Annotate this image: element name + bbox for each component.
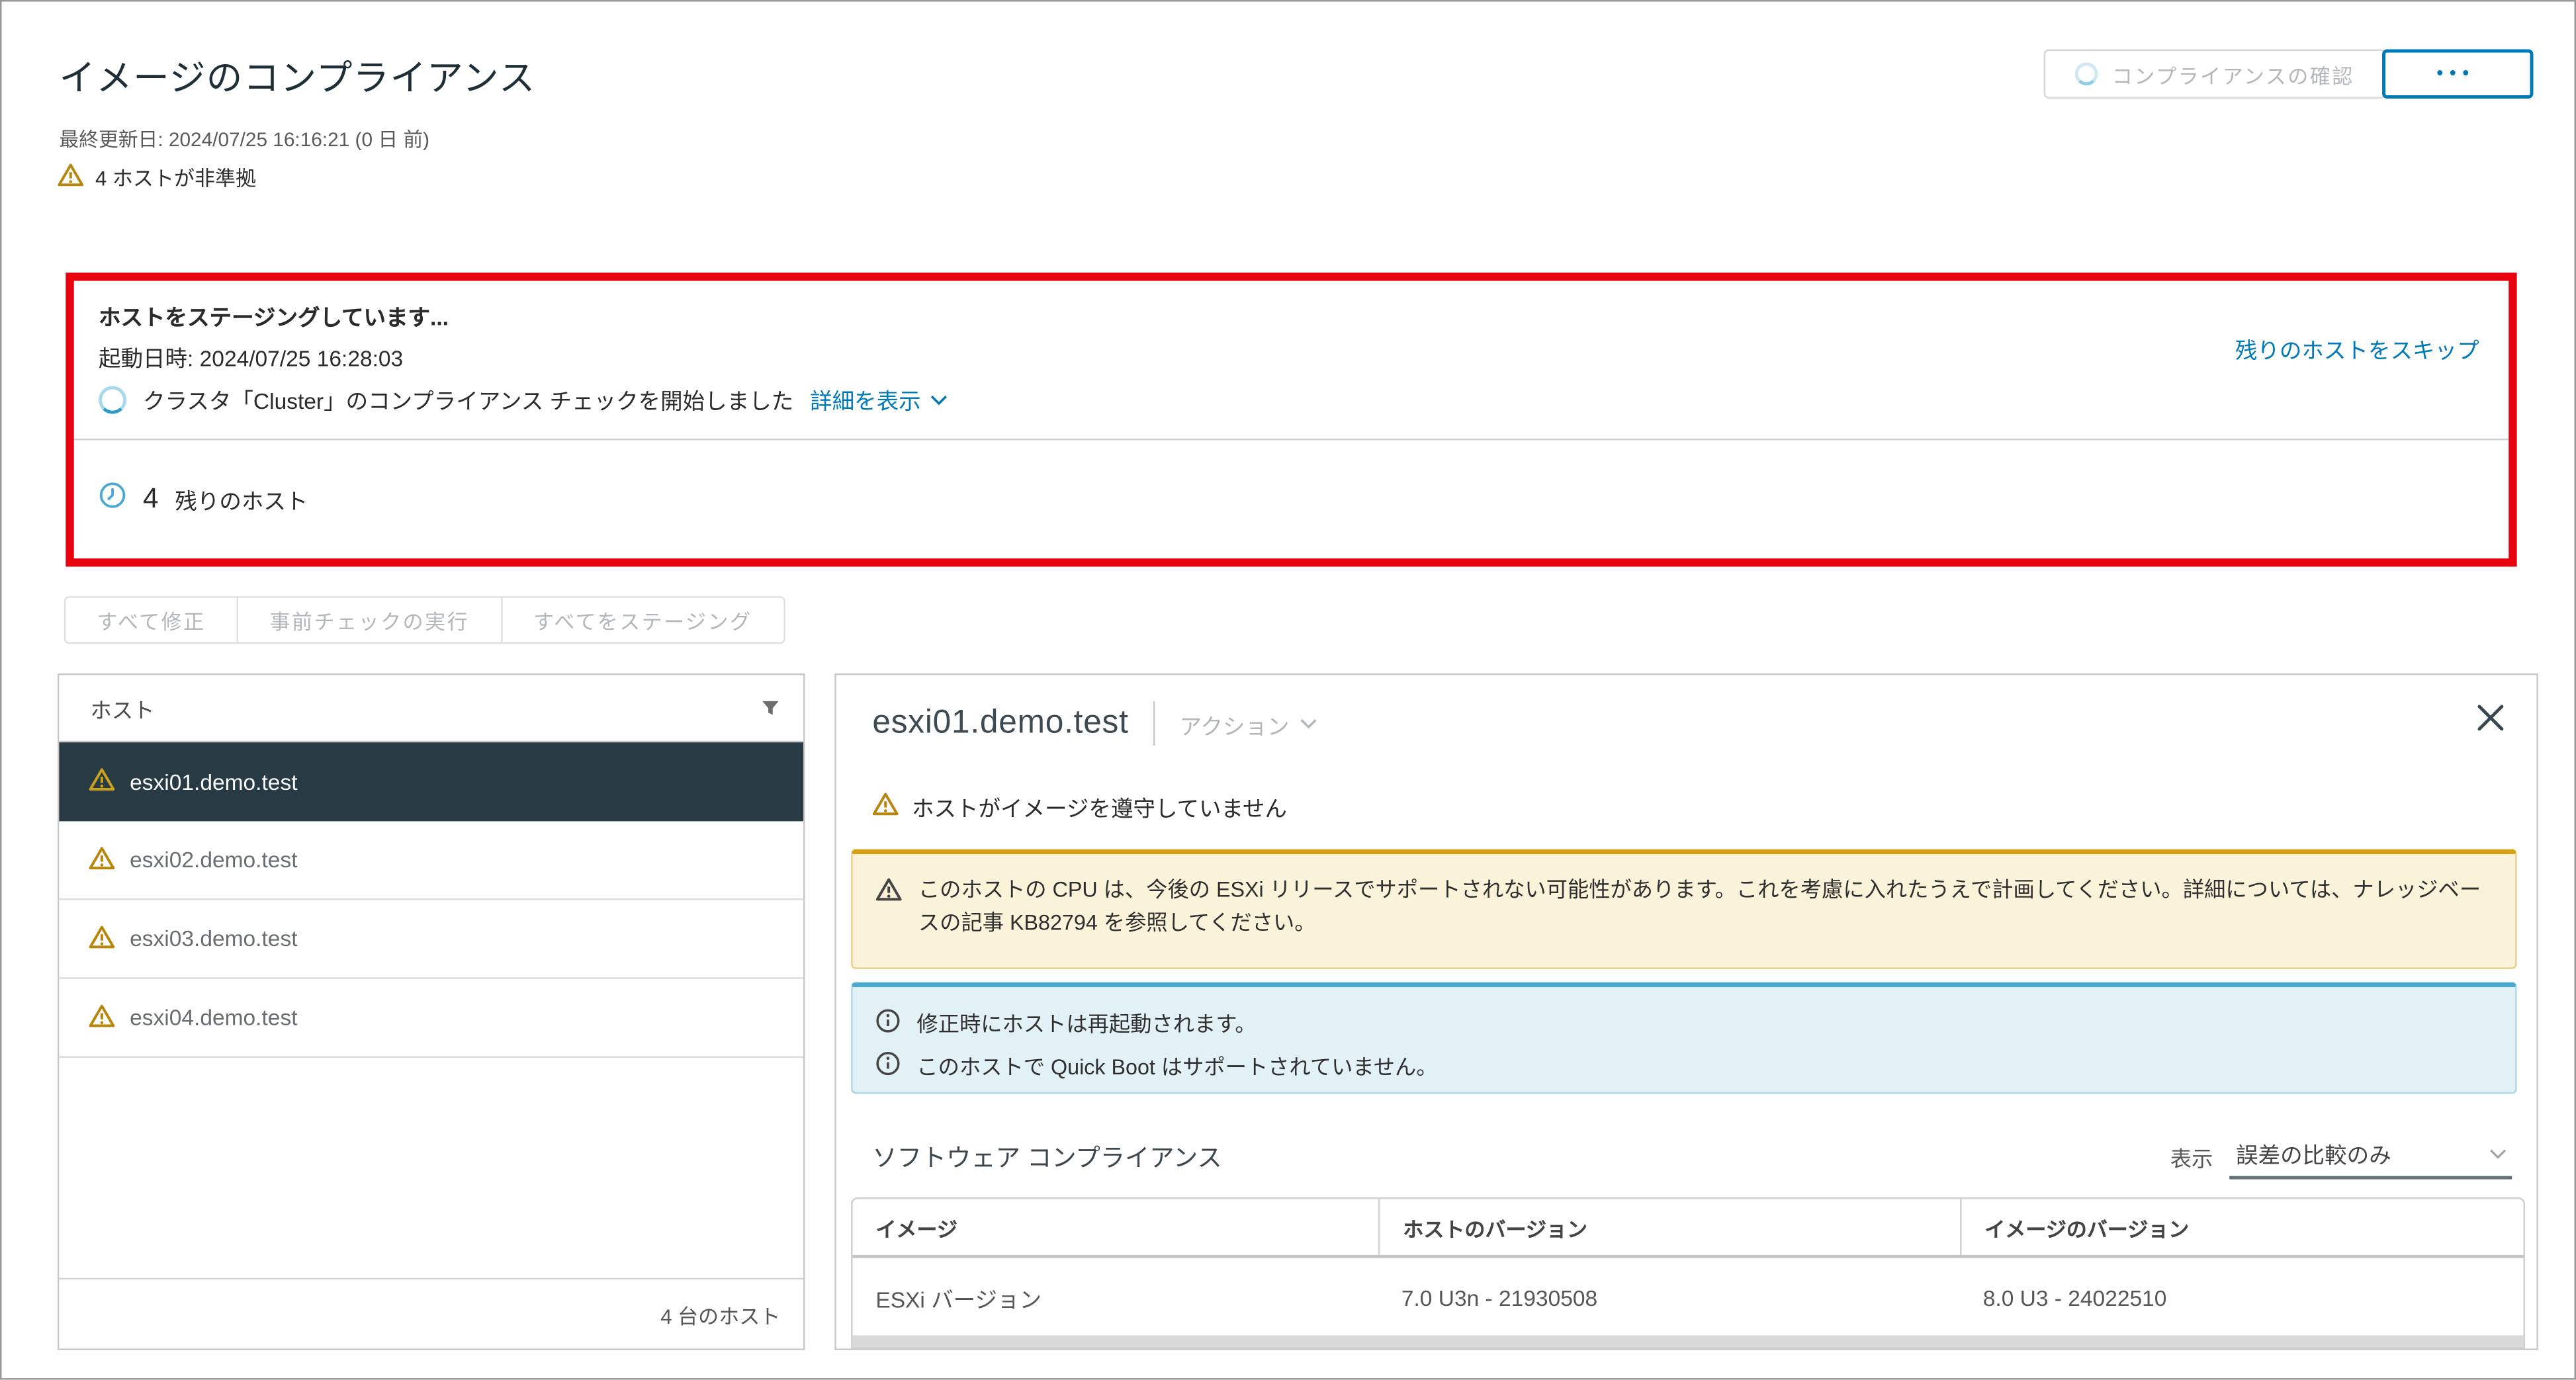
chevron-down-icon (929, 394, 947, 405)
ellipsis-icon: ••• (2437, 64, 2476, 84)
staging-title: ホストをステージングしています... (99, 299, 449, 332)
page-title: イメージのコンプライアンス (59, 49, 535, 101)
detail-host-name: esxi01.demo.test (872, 705, 1128, 742)
host-name: esxi04.demo.test (130, 1005, 297, 1029)
image-compliance-page: イメージのコンプライアンス 最終更新日: 2024/07/25 16:16:21… (0, 0, 2576, 1380)
warning-triangle-icon (89, 845, 115, 875)
warning-triangle-icon (58, 162, 84, 192)
header-actions: コンプライアンスの確認 ••• (2043, 49, 2534, 98)
clock-icon (99, 481, 126, 517)
host-detail-panel: esxi01.demo.test アクション ホストがイメージを遵守していません… (834, 673, 2538, 1350)
view-filter: 表示 誤差の比較のみ (2170, 1137, 2512, 1180)
info-icon (875, 1008, 900, 1042)
cpu-warning-alert: このホストの CPU は、今後の ESXi リリースでサポートされない可能性があ… (851, 849, 2517, 969)
column-header-image-version: イメージのバージョン (1960, 1199, 2524, 1254)
check-compliance-button[interactable]: コンプライアンスの確認 (2043, 49, 2385, 98)
spinner-icon (2074, 62, 2098, 85)
horizontal-scrollbar[interactable] (853, 1336, 2524, 1347)
close-icon[interactable] (2477, 705, 2504, 731)
filter-icon[interactable] (761, 698, 781, 718)
actions-dropdown[interactable]: アクション (1180, 707, 1317, 740)
info-note-row: 修正時にホストは再起動されます。 (875, 1004, 2489, 1047)
software-compliance-title: ソフトウェア コンプライアンス (872, 1140, 1221, 1174)
remaining-label: 残りのホスト (175, 483, 308, 516)
cell-image: ESXi バージョン (853, 1281, 1378, 1315)
host-count-footer: 4 台のホスト (59, 1278, 803, 1349)
column-header-image: イメージ (853, 1199, 1378, 1254)
remediate-all-button[interactable]: すべて修正 (64, 596, 239, 644)
warning-triangle-icon (872, 792, 899, 822)
actions-label: アクション (1180, 707, 1290, 740)
staging-status-callout: ホストをステージングしています... 起動日時: 2024/07/25 16:2… (66, 273, 2516, 566)
column-header-host-version: ホストのバージョン (1378, 1199, 1960, 1254)
host-actions-toolbar: すべて修正 事前チェックの実行 すべてをステージング (64, 596, 785, 644)
info-note-text: このホストで Quick Boot はサポートされていません。 (916, 1051, 1437, 1084)
noncompliant-summary: 4 ホストが非準拠 (58, 161, 256, 192)
show-details-label: 詳細を表示 (810, 382, 921, 415)
cell-image-version: 8.0 U3 - 24022510 (1960, 1285, 2524, 1310)
host-name: esxi01.demo.test (130, 769, 297, 794)
host-column-label: ホスト (91, 693, 155, 724)
host-row-esxi03[interactable]: esxi03.demo.test (59, 900, 803, 979)
cell-host-version: 7.0 U3n - 21930508 (1378, 1285, 1960, 1310)
skip-remaining-hosts-link[interactable]: 残りのホストをスキップ (2235, 332, 2479, 365)
host-row-esxi04[interactable]: esxi04.demo.test (59, 979, 803, 1058)
view-mode-select[interactable]: 誤差の比較のみ (2229, 1137, 2512, 1180)
staging-progress-row: クラスタ「Cluster」のコンプライアンス チェックを開始しました 詳細を表示 (99, 382, 947, 415)
remaining-hosts-row: 4 残りのホスト (99, 481, 308, 517)
warning-triangle-icon (875, 874, 902, 948)
warning-triangle-icon (89, 924, 115, 954)
staging-start-time: 起動日時: 2024/07/25 16:28:03 (99, 340, 403, 373)
host-list-panel: ホスト esxi01.demo.test esxi02.demo.test es… (58, 673, 805, 1350)
host-list-header: ホスト (59, 675, 803, 742)
run-prechecks-button[interactable]: 事前チェックの実行 (237, 596, 502, 644)
show-details-link[interactable]: 詳細を表示 (810, 382, 947, 415)
last-updated-text: 最終更新日: 2024/07/25 16:16:21 (0 日 前) (59, 125, 429, 153)
info-icon (875, 1051, 900, 1085)
info-note-text: 修正時にホストは再起動されます。 (916, 1008, 1256, 1041)
view-label: 表示 (2170, 1142, 2213, 1180)
compliance-status-text: ホストがイメージを遵守していません (912, 790, 1287, 823)
stage-all-button[interactable]: すべてをステージング (500, 596, 785, 644)
detail-header: esxi01.demo.test アクション (872, 701, 1317, 746)
host-row-esxi01[interactable]: esxi01.demo.test (59, 742, 803, 821)
cpu-warning-text: このホストの CPU は、今後の ESXi リリースでサポートされない可能性があ… (918, 874, 2483, 948)
table-row: ESXi バージョン 7.0 U3n - 21930508 8.0 U3 - 2… (853, 1258, 2524, 1337)
host-name: esxi03.demo.test (130, 926, 297, 951)
info-alert: 修正時にホストは再起動されます。 このホストで Quick Boot はサポート… (851, 982, 2517, 1094)
software-compliance-table: イメージ ホストのバージョン イメージのバージョン ESXi バージョン 7.0… (851, 1197, 2525, 1348)
remaining-count: 4 (143, 483, 159, 516)
divider (1153, 701, 1155, 746)
view-mode-value: 誤差の比較のみ (2236, 1137, 2391, 1170)
chevron-down-icon (2489, 1147, 2507, 1158)
progress-text: クラスタ「Cluster」のコンプライアンス チェックを開始しました (143, 382, 793, 415)
divider (74, 439, 2509, 440)
table-header-row: イメージ ホストのバージョン イメージのバージョン (853, 1199, 2524, 1258)
info-note-row: このホストで Quick Boot はサポートされていません。 (875, 1047, 2489, 1090)
compliance-status: ホストがイメージを遵守していません (872, 790, 1287, 823)
chevron-down-icon (1299, 718, 1317, 729)
check-compliance-label: コンプライアンスの確認 (2112, 58, 2354, 89)
warning-triangle-icon (89, 767, 115, 797)
warning-triangle-icon (89, 1003, 115, 1033)
progress-spinner-icon (99, 385, 126, 413)
host-name: esxi02.demo.test (130, 847, 297, 872)
noncompliant-label: 4 ホストが非準拠 (95, 161, 256, 192)
host-row-esxi02[interactable]: esxi02.demo.test (59, 821, 803, 900)
more-actions-button[interactable]: ••• (2382, 49, 2533, 98)
